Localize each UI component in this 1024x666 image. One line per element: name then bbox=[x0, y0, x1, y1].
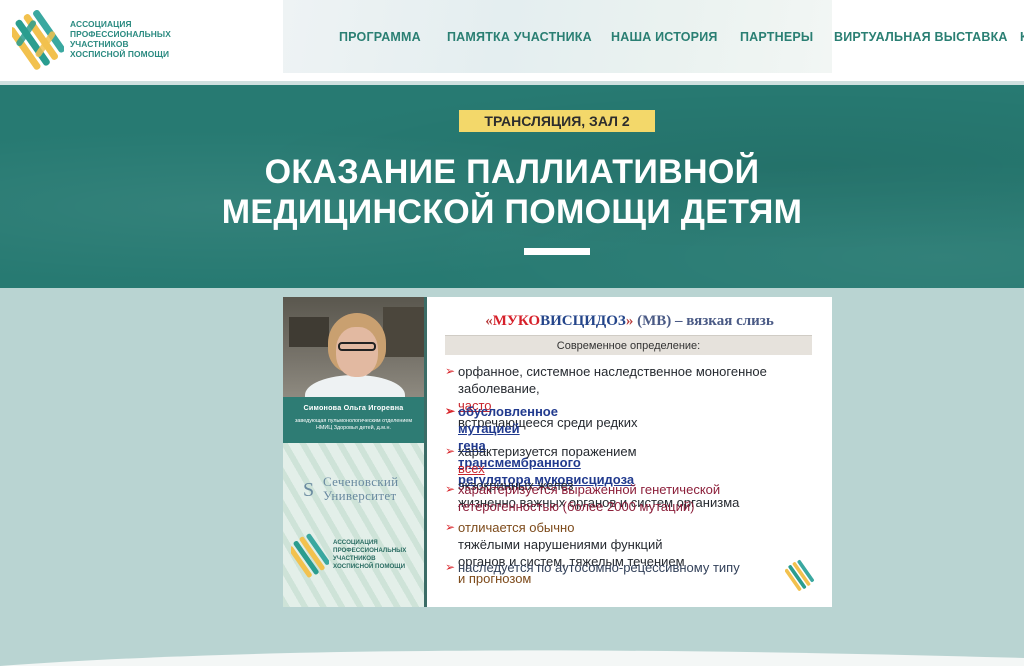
slide-title-part-red: МУКО bbox=[492, 313, 541, 329]
bullet-line: гетерогенностью (более 2000 мутаций) bbox=[458, 499, 695, 514]
page-title-line: ОКАЗАНИЕ ПАЛЛИАТИВНОЙ bbox=[264, 153, 760, 191]
bullet-arrow-icon: ➢ bbox=[445, 520, 456, 534]
bullet-line: орфанное, системное наследственное моног… bbox=[458, 364, 767, 379]
speaker-position: заведующая пульмонологическим отделением… bbox=[294, 418, 413, 431]
bullet-line: наследуется по аутосомно-рецессивному ти… bbox=[458, 560, 740, 575]
promo-logo-line: Ассоциация bbox=[333, 539, 378, 546]
bullet-text: обусловленное bbox=[458, 404, 558, 419]
video-player[interactable]: Симонова Ольга Игоревна заведующая пульм… bbox=[283, 297, 832, 607]
hero-banner: ТРАНСЛЯЦИЯ, ЗАЛ 2 ОКАЗАНИЕ ПАЛЛИАТИВНОЙ … bbox=[0, 85, 1024, 288]
site-logo[interactable]: Ассоциация профессиональных участников х… bbox=[12, 8, 172, 70]
bullet-arrow-icon: ➢ bbox=[445, 444, 456, 458]
promo-logo-line: хосписной помощи bbox=[333, 563, 406, 570]
nav-item-contacts[interactable]: К bbox=[1020, 30, 1024, 44]
university-name-line: Сеченовский bbox=[323, 474, 399, 489]
speaker-name: Симонова Ольга Игоревна bbox=[303, 403, 404, 412]
logo-line: участников bbox=[70, 39, 129, 49]
bullet-text: тяжёлыми нарушениями функций bbox=[458, 537, 663, 552]
bullet-link: мутацией bbox=[458, 421, 520, 436]
promo-logo-text: Ассоциация профессиональных участников х… bbox=[333, 539, 406, 571]
camera-shelf bbox=[289, 317, 329, 347]
page-title-line: МЕДИЦИНСКОЙ ПОМОЩИ ДЕТЯМ bbox=[221, 193, 803, 231]
university-name: Сеченовский Университет bbox=[323, 475, 398, 503]
stream-hall-badge: ТРАНСЛЯЦИЯ, ЗАЛ 2 bbox=[459, 110, 655, 132]
logo-line: профессиональных bbox=[70, 29, 171, 39]
presentation-slide: «МУКОВИСЦИДОЗ» (МВ) – вязкая слизь Совре… bbox=[427, 297, 832, 607]
promo-logo-line: участников bbox=[333, 555, 376, 562]
bottom-wave-decoration bbox=[0, 650, 1024, 666]
slide-title-rest: (МВ) – вязкая слизь bbox=[633, 313, 774, 329]
bullet-arrow-icon: ➢ bbox=[445, 364, 456, 378]
slide-title-part-blue: ВИСЦИДОЗ bbox=[540, 313, 626, 329]
slide-title-quote-open: « bbox=[485, 313, 493, 329]
bullet-line: отличается обычно тяжёлыми нарушениями ф… bbox=[458, 519, 832, 553]
page-title: ОКАЗАНИЕ ПАЛЛИАТИВНОЙ МЕДИЦИНСКОЙ ПОМОЩИ… bbox=[0, 152, 1024, 232]
logo-text: Ассоциация профессиональных участников х… bbox=[70, 19, 171, 59]
logo-line: Ассоциация bbox=[70, 19, 132, 29]
bullet-line: характеризуется выраженной генетической bbox=[458, 482, 721, 497]
nav-item-our-history[interactable]: НАША ИСТОРИЯ bbox=[611, 30, 718, 44]
speaker-caption: Симонова Ольга Игоревна заведующая пульм… bbox=[283, 397, 424, 443]
nav-item-virtual-exhibition[interactable]: ВИРТУАЛЬНАЯ ВЫСТАВКА bbox=[834, 30, 1008, 44]
bullet-arrow-icon: ➢ bbox=[445, 404, 456, 418]
speaker-face bbox=[336, 327, 378, 377]
sponsor-panel: S Сеченовский Университет Ассоциация bbox=[283, 443, 424, 607]
slide-association-logo-icon bbox=[785, 560, 814, 591]
promo-logo-line: профессиональных bbox=[333, 547, 407, 554]
speaker-glasses bbox=[338, 342, 376, 351]
bullet-text: заболевание, bbox=[458, 381, 540, 396]
camera-cabinet bbox=[383, 307, 424, 357]
association-promo-logo: Ассоциация профессиональных участников х… bbox=[291, 527, 421, 583]
bullet-arrow-icon: ➢ bbox=[445, 482, 456, 496]
bullet-text: отличается обычно bbox=[458, 520, 575, 535]
definition-box: Современное определение: bbox=[445, 335, 812, 355]
bullet-emphasis: всех bbox=[458, 461, 485, 476]
university-name-line: Университет bbox=[323, 488, 397, 503]
title-underline bbox=[524, 248, 590, 255]
bullet-text: характеризуется поражением bbox=[458, 444, 637, 459]
nav-item-participant-memo[interactable]: ПАМЯТКА УЧАСТНИКА bbox=[447, 30, 592, 44]
nav-item-program[interactable]: ПРОГРАММА bbox=[339, 30, 421, 44]
university-emblem-icon: S bbox=[303, 479, 315, 501]
association-logo-icon bbox=[12, 9, 64, 70]
bullet-arrow-icon: ➢ bbox=[445, 560, 456, 574]
nav-item-partners[interactable]: ПАРТНЕРЫ bbox=[740, 30, 813, 44]
association-logo-icon bbox=[291, 533, 329, 578]
speaker-camera-feed bbox=[283, 297, 424, 397]
speaker-column: Симонова Ольга Игоревна заведующая пульм… bbox=[283, 297, 424, 607]
sechenov-university-logo: S Сеченовский Университет bbox=[303, 475, 413, 505]
logo-line: хосписной помощи bbox=[70, 49, 170, 59]
slide-title: «МУКОВИСЦИДОЗ» (МВ) – вязкая слизь bbox=[427, 313, 832, 330]
site-header: Ассоциация профессиональных участников х… bbox=[0, 0, 1024, 81]
